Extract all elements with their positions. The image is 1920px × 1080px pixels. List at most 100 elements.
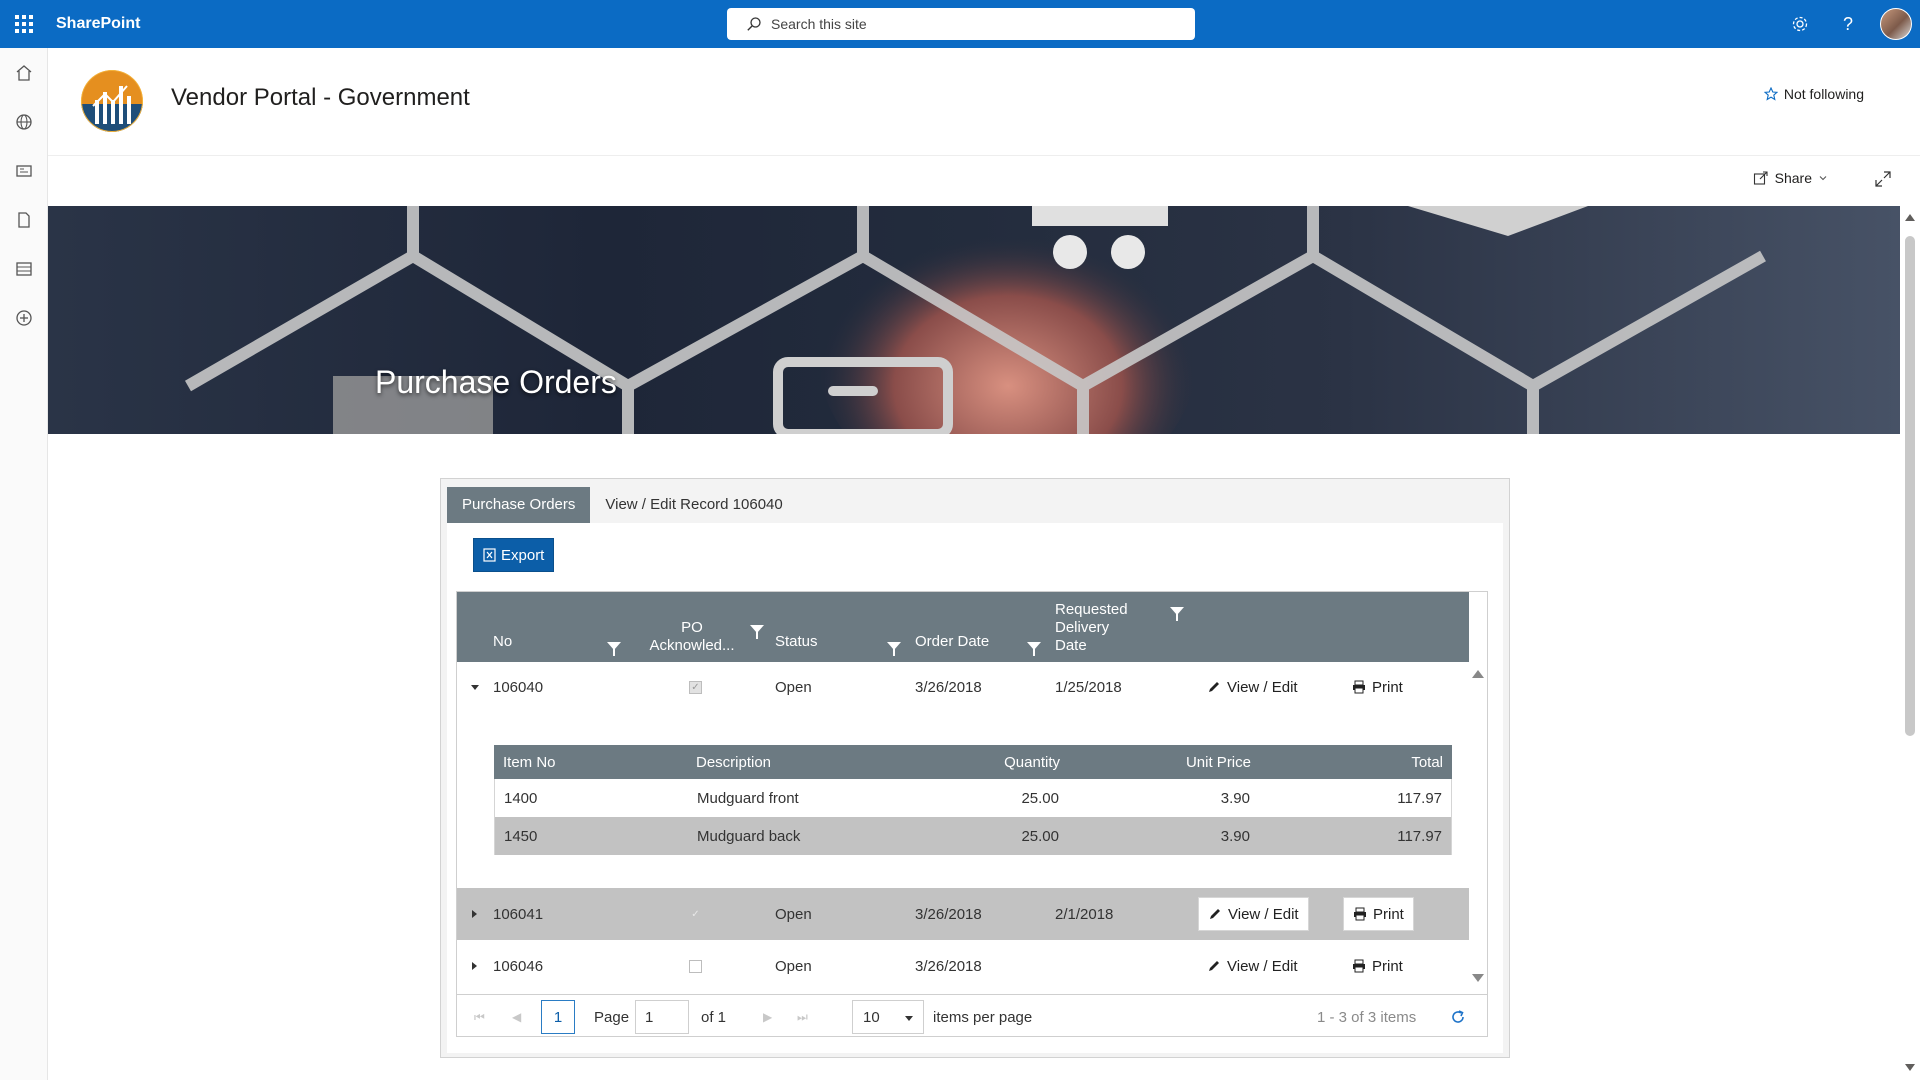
pencil-icon [1210,909,1220,919]
column-header-item-no[interactable]: Item No [503,745,556,779]
files-button[interactable] [0,195,48,244]
page-scrollbar[interactable] [1900,206,1920,1080]
share-button[interactable]: Share [1753,170,1828,186]
app-launcher-button[interactable] [0,0,48,48]
create-button[interactable] [0,293,48,342]
printer-icon [1354,907,1366,921]
site-logo[interactable] [81,70,143,132]
view-edit-button[interactable]: View / Edit [1198,888,1309,940]
cell-requested-date: 2/1/2018 [1055,905,1114,923]
expand-toggle[interactable] [472,888,477,940]
help-button[interactable]: ? [1824,0,1872,48]
current-page-button[interactable]: 1 [541,995,575,1036]
filter-po-ack-icon[interactable] [750,625,764,639]
suite-bar: SharePoint Search this site ? [0,0,1920,48]
cell-unit-price: 3.90 [1220,827,1250,845]
view-edit-button[interactable]: View / Edit [1198,662,1307,712]
cell-item-no: 1400 [504,789,538,807]
page-label: Page [594,1008,630,1026]
column-header-description[interactable]: Description [696,745,771,779]
column-header-quantity[interactable]: Quantity [1004,745,1060,779]
table-row[interactable]: 106040 ✓ Open 3/26/2018 1/25/2018 View /… [457,662,1469,712]
cell-status: Open [775,905,812,923]
column-header-status[interactable]: Status [775,633,818,650]
grid-scroll-up-icon[interactable] [1472,670,1484,678]
sites-button[interactable] [0,97,48,146]
expand-toggle[interactable] [472,940,477,992]
order-lines-table: Item No Description Quantity Unit Price … [494,745,1452,856]
tab-purchase-orders[interactable]: Purchase Orders [447,487,591,523]
site-search-box[interactable]: Search this site [727,8,1195,40]
site-title[interactable]: Vendor Portal - Government [171,84,470,112]
order-line-row[interactable]: 1400 Mudguard front 25.00 3.90 117.97 [494,779,1452,817]
print-button[interactable]: Print [1343,662,1412,712]
filter-order-date-icon[interactable] [1027,642,1041,656]
lists-button[interactable] [0,244,48,293]
gear-icon [1792,16,1808,32]
previous-page-icon[interactable]: ◀ [512,995,521,1036]
cell-total: 117.97 [1397,827,1442,845]
user-avatar[interactable] [1880,8,1912,40]
scrollbar-thumb[interactable] [1905,236,1915,736]
column-header-order-date[interactable]: Order Date [915,633,989,650]
view-edit-button[interactable]: View / Edit [1198,940,1307,992]
filter-requested-date-icon[interactable] [1170,607,1184,621]
follow-button[interactable]: Not following [1763,86,1864,102]
column-header-no[interactable]: No [493,633,512,650]
first-page-icon[interactable]: ⏮ [474,995,485,1036]
scroll-up-arrow-icon[interactable] [1905,214,1915,221]
items-per-page-label: items per page [933,1008,1033,1026]
caret-down-icon [471,684,479,690]
page-size-select[interactable]: 10 [852,995,924,1036]
refresh-button[interactable] [1450,995,1466,1036]
grid-scrollbar[interactable] [1469,662,1487,994]
settings-button[interactable] [1776,0,1824,48]
page-banner: Purchase Orders [48,206,1900,434]
print-button[interactable]: Print [1343,888,1414,940]
order-line-row[interactable]: 1450 Mudguard back 25.00 3.90 117.97 [494,817,1452,855]
home-icon [16,64,32,81]
next-page-icon[interactable]: ▶ [763,995,772,1036]
last-page-icon[interactable]: ⏭ [797,995,808,1036]
share-icon [1753,171,1768,185]
cell-quantity: 25.00 [1021,827,1059,845]
tab-view-edit-record[interactable]: View / Edit Record 106040 [590,487,797,523]
excel-icon [483,548,496,562]
column-header-requested-delivery-date[interactable]: Requested Delivery Date [1055,601,1128,655]
filter-no-icon[interactable] [607,642,621,656]
ack-checkbox [689,959,702,973]
chevron-down-icon [1819,176,1827,181]
printer-icon [1353,680,1365,694]
filter-status-icon[interactable] [887,642,901,656]
pager-info: 1 - 3 of 3 items [1317,1008,1417,1026]
home-button[interactable] [0,48,48,97]
ack-checkbox: ✓ [689,680,702,694]
column-header-unit-price[interactable]: Unit Price [1186,745,1251,779]
column-header-po-acknowledged[interactable]: PO Acknowled... [632,619,752,655]
cell-description: Mudguard front [697,789,799,807]
cell-po-ack: ✓ [689,662,702,712]
cell-requested-date: 1/25/2018 [1055,678,1122,696]
cell-quantity: 25.00 [1021,789,1059,807]
page-input[interactable]: 1 [635,995,689,1036]
table-row[interactable]: 106041 ✓ Open 3/26/2018 2/1/2018 View / … [457,888,1469,940]
purchase-orders-grid: No PO Acknowled... Status Order Date Req… [456,591,1488,1037]
command-bar: Share [48,156,1920,206]
scroll-down-arrow-icon[interactable] [1905,1064,1915,1071]
share-label: Share [1774,170,1812,186]
export-button[interactable]: Export [473,538,555,572]
cell-description: Mudguard back [697,827,801,845]
collapse-toggle[interactable] [471,662,479,712]
waffle-icon [15,15,33,33]
table-row[interactable]: 106046 Open 3/26/2018 View / Edit Print [457,940,1469,992]
expand-button[interactable] [1874,170,1892,193]
dropdown-arrow-icon [905,1016,913,1021]
news-button[interactable] [0,146,48,195]
cell-order-date: 3/26/2018 [915,957,982,975]
sharepoint-brand-link[interactable]: SharePoint [56,15,140,33]
grid-scroll-down-icon[interactable] [1472,974,1484,982]
plus-circle-icon [16,309,32,326]
cell-po-ack: ✓ [689,888,702,940]
print-button[interactable]: Print [1343,940,1412,992]
column-header-total[interactable]: Total [1411,745,1443,779]
